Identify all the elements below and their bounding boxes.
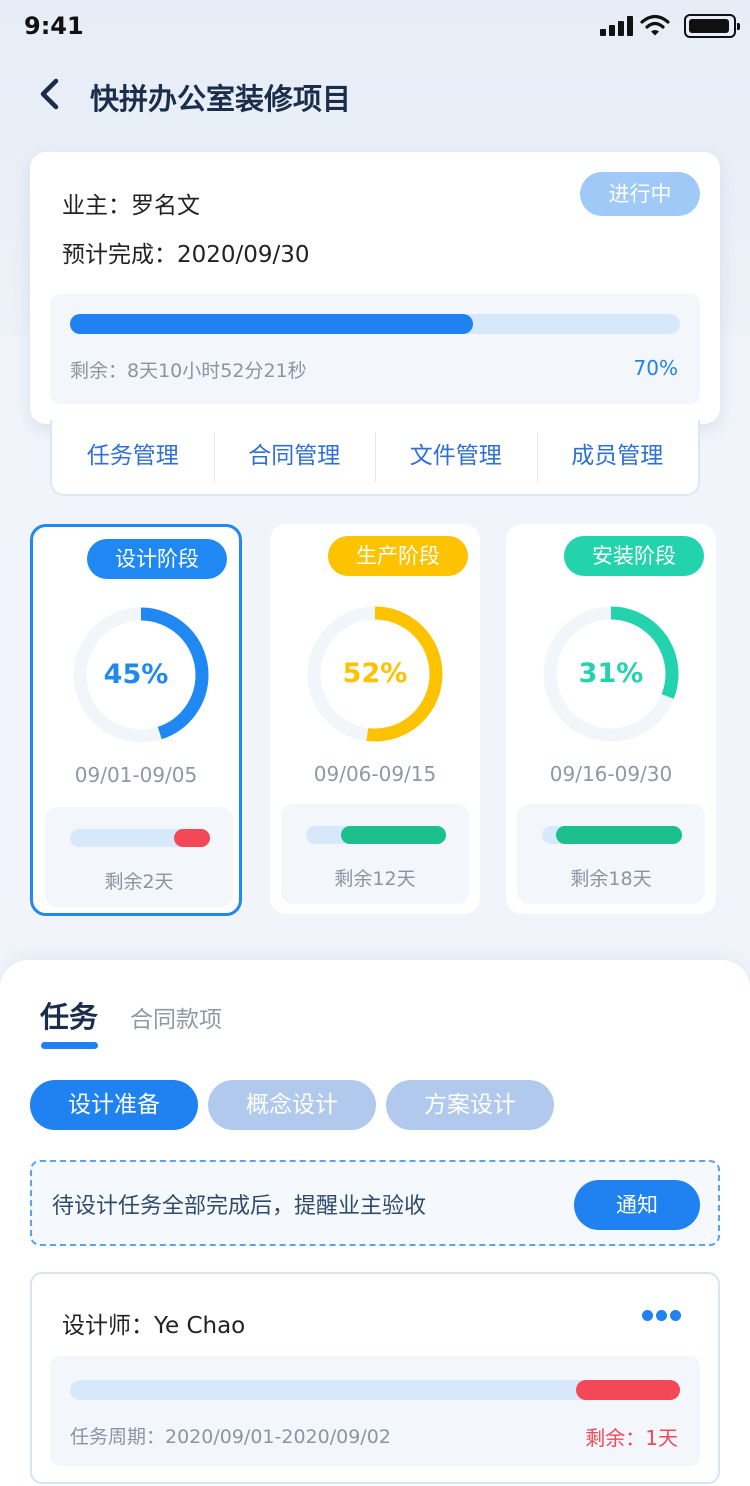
task-progress-fill [576, 1380, 680, 1400]
stage-percent: 52% [342, 658, 408, 689]
status-bar: 9:41 [0, 0, 750, 52]
chip-scheme-design[interactable]: 方案设计 [386, 1080, 554, 1130]
stage-remaining-box: 剩余18天 [517, 804, 705, 904]
task-cycle: 任务周期：2020/09/01-2020/09/02 [70, 1426, 391, 1448]
stage-dates: 09/16-09/30 [549, 762, 673, 786]
stage-percent: 45% [103, 659, 169, 690]
signal-icon [600, 16, 634, 36]
project-progress-track [70, 314, 680, 334]
more-dots-icon[interactable] [642, 1310, 682, 1324]
expected-finish-label: 预计完成：2020/09/30 [62, 242, 310, 268]
chip-concept-design[interactable]: 概念设计 [208, 1080, 376, 1130]
stage-progress-fill [556, 826, 682, 844]
management-tabs: 任务管理 合同管理 文件管理 成员管理 [50, 420, 700, 496]
wifi-icon [640, 14, 670, 36]
acceptance-notice: 待设计任务全部完成后，提醒业主验收 通知 [30, 1160, 720, 1246]
stage-progress-track [70, 829, 210, 847]
task-remaining: 剩余：1天 [585, 1426, 678, 1450]
stage-progress-fill [173, 829, 210, 847]
stage-card-installation[interactable]: 安装阶段 31% 09/16-09/30 剩余18天 [506, 524, 716, 914]
tab-file-management[interactable]: 文件管理 [375, 420, 537, 494]
remaining-time: 剩余：8天10小时52分21秒 [70, 360, 307, 382]
task-progress-track [70, 1380, 680, 1400]
stage-remaining: 剩余12天 [334, 868, 416, 890]
tab-task-management[interactable]: 任务管理 [52, 420, 214, 494]
project-percent: 70% [633, 356, 678, 380]
stage-card-production[interactable]: 生产阶段 52% 09/06-09/15 剩余12天 [270, 524, 480, 914]
project-summary-card: 业主：罗名文 预计完成：2020/09/30 进行中 剩余：8天10小时52分2… [30, 152, 720, 424]
notify-button[interactable]: 通知 [574, 1180, 700, 1230]
designer-label: 设计师：Ye Chao [62, 1313, 246, 1339]
stage-remaining-box: 剩余12天 [281, 804, 469, 904]
tab-tasks[interactable]: 任务 [40, 994, 98, 1036]
stage-remaining: 剩余2天 [104, 871, 174, 893]
stage-progress-track [542, 826, 682, 844]
tab-contract-payments[interactable]: 合同款项 [130, 1000, 222, 1034]
chip-design-prep[interactable]: 设计准备 [30, 1080, 198, 1130]
task-card: 设计师：Ye Chao 任务周期：2020/09/01-2020/09/02 剩… [30, 1272, 720, 1484]
tab-contract-management[interactable]: 合同管理 [213, 420, 376, 494]
stage-remaining-box: 剩余2天 [45, 807, 233, 907]
stage-badge: 生产阶段 [328, 536, 468, 576]
task-panel: 任务 合同款项 设计准备 概念设计 方案设计 待设计任务全部完成后，提醒业主验收… [0, 960, 750, 1486]
project-progress-box: 剩余：8天10小时52分21秒 70% [50, 294, 700, 404]
active-tab-indicator [41, 1042, 98, 1049]
project-progress-fill [70, 314, 473, 334]
task-progress-box: 任务周期：2020/09/01-2020/09/02 剩余：1天 [50, 1356, 700, 1466]
owner-label: 业主：罗名文 [62, 193, 200, 219]
chevron-left-icon[interactable] [34, 76, 68, 112]
stage-dates: 09/06-09/15 [313, 762, 437, 786]
stage-progress-fill [341, 826, 446, 844]
notice-text: 待设计任务全部完成后，提醒业主验收 [52, 1194, 427, 1219]
stage-badge: 设计阶段 [87, 539, 227, 579]
stage-remaining: 剩余18天 [570, 868, 652, 890]
stage-card-design[interactable]: 设计阶段 45% 09/01-09/05 剩余2天 [30, 524, 242, 916]
status-time: 9:41 [24, 12, 84, 40]
battery-icon [684, 14, 740, 38]
stage-progress-track [306, 826, 446, 844]
stage-dates: 09/01-09/05 [74, 763, 198, 787]
stage-percent: 31% [578, 658, 644, 689]
stage-badge: 安装阶段 [564, 536, 704, 576]
status-badge: 进行中 [580, 172, 700, 216]
tab-member-management[interactable]: 成员管理 [536, 420, 699, 494]
page-title: 快拼办公室装修项目 [90, 82, 352, 116]
